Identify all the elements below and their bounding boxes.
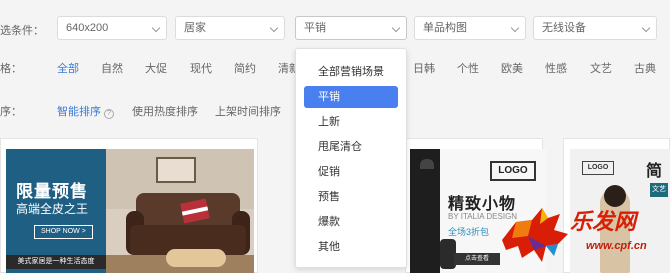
sort-popularity[interactable]: 使用热度排序 xyxy=(132,103,198,119)
banner-tag: 文艺 xyxy=(650,183,668,197)
dropdown-item-hot[interactable]: 爆款 xyxy=(304,211,398,233)
banner-footer: 美式家居是一种生活态度 xyxy=(6,255,106,269)
help-icon[interactable]: ? xyxy=(104,109,114,119)
bull-logo-icon xyxy=(502,208,568,262)
style-item-all[interactable]: 全部 xyxy=(57,60,79,76)
banner-shop-button: SHOP NOW > xyxy=(34,225,93,239)
style-item-sexy[interactable]: 性感 xyxy=(545,60,567,76)
size-select-value: 640x200 xyxy=(66,22,109,34)
style-row-label: 格： xyxy=(0,63,22,75)
banner-logo: LOGO xyxy=(490,161,536,181)
style-item-japan-korea[interactable]: 日韩 xyxy=(413,60,435,76)
chevron-down-icon xyxy=(510,23,520,33)
category-select[interactable]: 居家 xyxy=(175,16,285,40)
sort-smart[interactable]: 智能排序? xyxy=(57,103,114,119)
chevron-down-icon xyxy=(641,23,651,33)
size-select[interactable]: 640x200 xyxy=(57,16,167,40)
banner-logo: LOGO xyxy=(582,161,614,175)
style-item-artsy[interactable]: 文艺 xyxy=(590,60,612,76)
template-gallery-page: 选条件： 640x200 居家 平销 单品构图 无线设备 格： 全部 自然 大促… xyxy=(0,0,670,273)
chevron-down-icon xyxy=(151,23,161,33)
scene-select[interactable]: 平销 xyxy=(295,16,407,40)
dropdown-item-presale[interactable]: 预售 xyxy=(304,186,398,208)
style-item-personal[interactable]: 个性 xyxy=(457,60,479,76)
scene-dropdown-menu: 全部营销场景 平销 上新 甩尾清仓 促销 预售 爆款 其他 xyxy=(295,48,407,268)
device-select-value: 无线设备 xyxy=(542,22,586,34)
sort-newest[interactable]: 上架时间排序 xyxy=(215,103,281,119)
dropdown-item-new-arrival[interactable]: 上新 xyxy=(304,111,398,133)
style-item-modern[interactable]: 现代 xyxy=(190,60,212,76)
template-preview-sofa[interactable]: 限量预售 高端全皮之王 SHOP NOW > 美式家居是一种生活态度 xyxy=(6,149,254,273)
dropdown-item-all-scenes[interactable]: 全部营销场景 xyxy=(304,61,398,83)
banner-title: 限量预售 xyxy=(16,182,88,201)
banner-subtitle: 高端全皮之王 xyxy=(16,202,89,216)
watermark-text: 乐发网 xyxy=(570,209,637,235)
layout-select[interactable]: 单品构图 xyxy=(414,16,526,40)
chevron-down-icon xyxy=(269,23,279,33)
category-select-value: 居家 xyxy=(184,22,206,34)
watermark-url: www.cpf.cn xyxy=(586,240,647,252)
style-item-promo[interactable]: 大促 xyxy=(145,60,167,76)
layout-select-value: 单品构图 xyxy=(423,22,467,34)
banner-title: 简 xyxy=(646,163,663,180)
lamp-image xyxy=(420,159,434,169)
filter-row-label: 选条件： xyxy=(0,25,44,37)
chevron-down-icon xyxy=(391,23,401,33)
watermark: 乐发网 www.cpf.cn xyxy=(498,200,668,270)
dog-image xyxy=(166,249,226,267)
dropdown-item-other[interactable]: 其他 xyxy=(304,236,398,258)
sort-smart-label: 智能排序 xyxy=(57,106,101,118)
dropdown-item-regular-sale[interactable]: 平销 xyxy=(304,86,398,108)
scene-select-value: 平销 xyxy=(304,22,326,34)
picture-frame-image xyxy=(156,157,196,183)
dropdown-item-clearance[interactable]: 甩尾清仓 xyxy=(304,136,398,158)
sort-row-label: 序： xyxy=(0,106,22,118)
style-item-classic[interactable]: 古典 xyxy=(634,60,656,76)
device-select[interactable]: 无线设备 xyxy=(533,16,657,40)
style-item-natural[interactable]: 自然 xyxy=(101,60,123,76)
style-item-simple[interactable]: 简约 xyxy=(234,60,256,76)
dropdown-item-promotion[interactable]: 促销 xyxy=(304,161,398,183)
banner-sale-text: 全场3折包 xyxy=(448,227,490,237)
banner-view-button: 点击查看 xyxy=(454,253,500,265)
style-item-western[interactable]: 欧美 xyxy=(501,60,523,76)
